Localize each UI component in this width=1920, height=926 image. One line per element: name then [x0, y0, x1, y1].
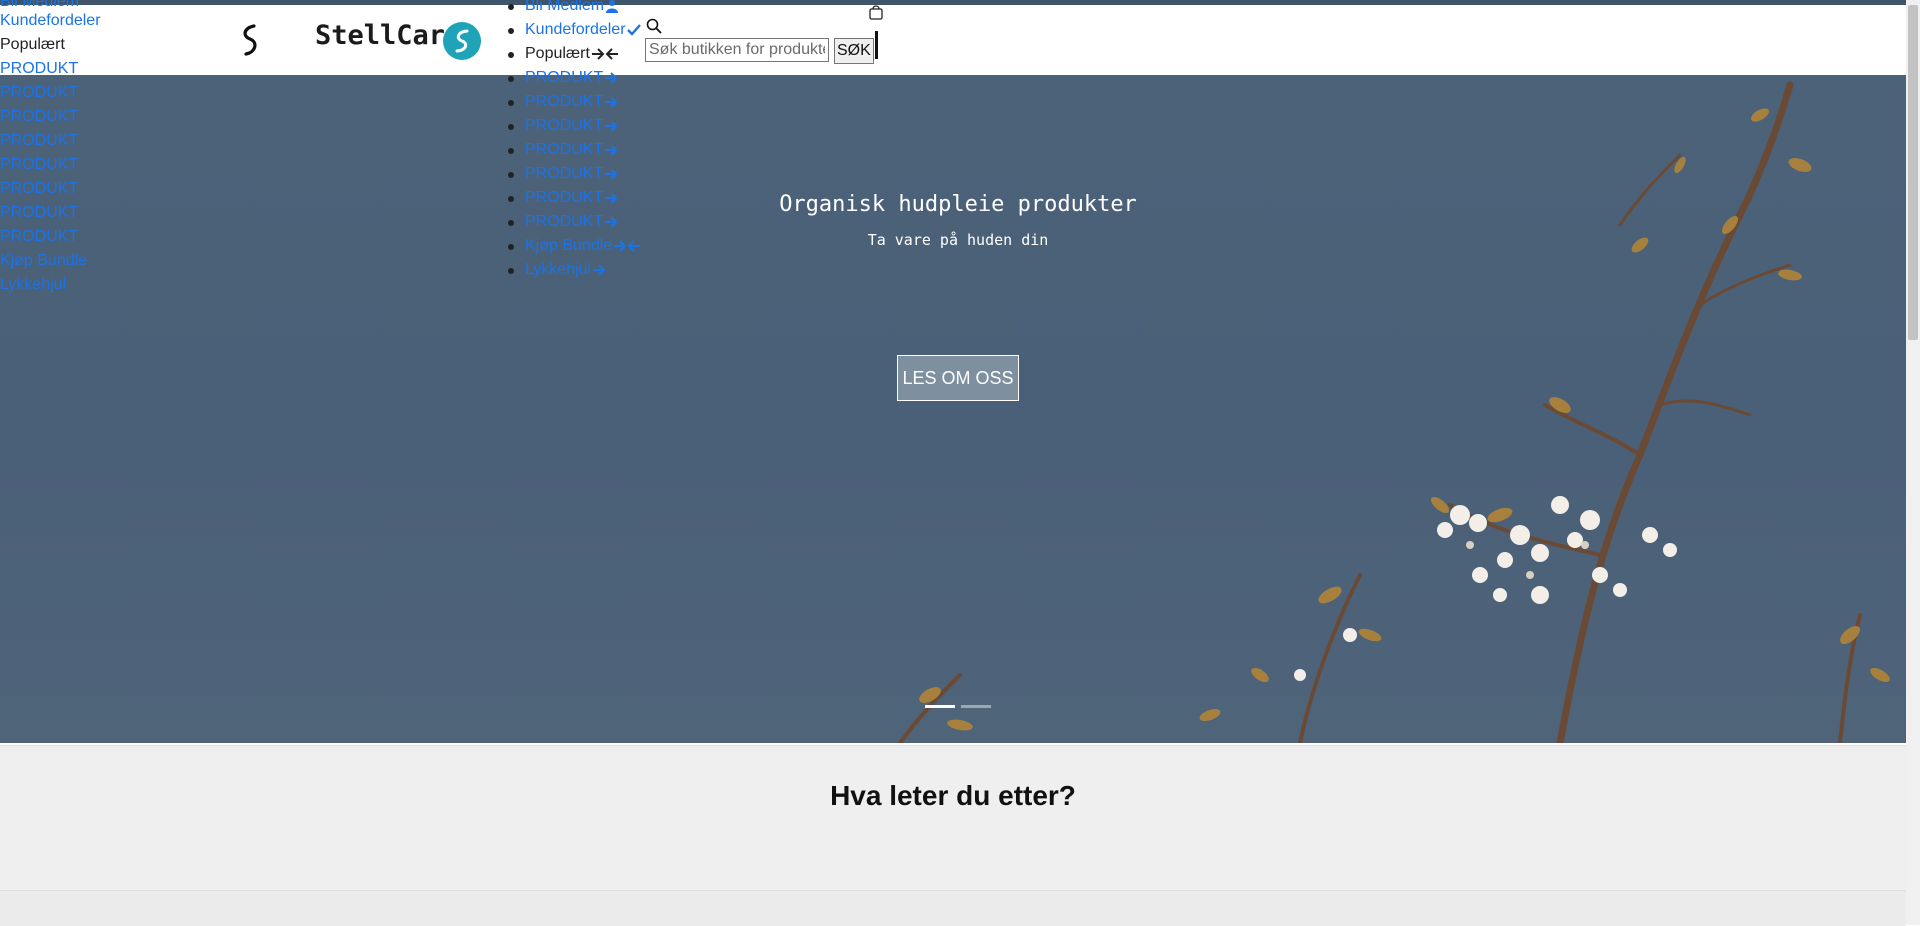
search-input[interactable] — [645, 38, 829, 62]
main-nav: Bli Medlem Kundefordeler Populært PRODUK… — [508, 0, 641, 282]
slide-indicator[interactable] — [961, 705, 991, 708]
nav-item-produkt[interactable]: PRODUKT — [508, 138, 641, 162]
nav-item-produkt[interactable]: PRODUKT — [508, 90, 641, 114]
arrow-right-icon — [593, 264, 606, 276]
left-link-produkt[interactable]: PRODUKT — [0, 225, 78, 249]
left-link-produkt[interactable]: PRODUKT — [0, 201, 78, 225]
left-link-produkt[interactable]: PRODUKT — [0, 129, 78, 153]
nav-item-label: PRODUKT — [525, 141, 604, 158]
arrow-right-icon — [605, 192, 618, 204]
nav-item-label: Lykkehjul — [525, 261, 592, 278]
left-link-kundefordeler[interactable]: Kundefordeler — [0, 9, 101, 33]
arrow-right-icon — [605, 168, 618, 180]
nav-item-produkt[interactable]: PRODUKT — [508, 162, 641, 186]
nav-item-label: PRODUKT — [525, 165, 604, 182]
nav-item-label: Bli Medlem — [525, 0, 605, 14]
arrow-right-icon — [605, 144, 618, 156]
category-section — [0, 745, 1906, 891]
read-about-us-button[interactable]: LES OM OSS — [897, 355, 1019, 401]
left-link-lykkehjul[interactable]: Lykkehjul — [0, 273, 66, 297]
brand-logo-icon[interactable] — [442, 21, 482, 61]
left-link-kjop-bundle[interactable]: Kjøp Bundle — [0, 249, 87, 273]
shopping-bag-icon[interactable] — [869, 4, 883, 20]
logo-mark-icon[interactable] — [236, 22, 266, 58]
scrollbar-thumb[interactable] — [1908, 5, 1918, 340]
arrows-icon — [591, 48, 618, 60]
search-icon[interactable] — [646, 18, 662, 34]
member-icon — [606, 0, 619, 13]
hero-subtitle: Ta vare på huden din — [867, 231, 1049, 249]
site-header — [0, 5, 1906, 75]
nav-item-label: Kjøp Bundle — [525, 237, 613, 254]
search-button[interactable]: SØK — [834, 38, 874, 64]
arrow-right-icon — [605, 96, 618, 108]
left-link-produkt[interactable]: PRODUKT — [0, 153, 78, 177]
nav-item-produkt[interactable]: PRODUKT — [508, 114, 641, 138]
nav-item-label: PRODUKT — [525, 189, 604, 206]
left-link-produkt[interactable]: PRODUKT — [0, 105, 78, 129]
nav-item-produkt[interactable]: PRODUKT — [508, 66, 641, 90]
check-icon — [626, 23, 641, 36]
left-link-produkt[interactable]: PRODUKT — [0, 81, 78, 105]
hero-title: Organisk hudpleie produkter — [779, 192, 1137, 217]
section-title: Hva leter du etter? — [830, 780, 1076, 811]
nav-item-kundefordeler[interactable]: Kundefordeler — [508, 18, 641, 42]
left-link-produkt[interactable]: PRODUKT — [0, 177, 78, 201]
cherry-blossom-branch-image — [898, 81, 1890, 743]
nav-item-produkt[interactable]: PRODUKT — [508, 210, 641, 234]
nav-item-populaert[interactable]: Populært — [508, 42, 641, 66]
nav-item-label: Populært — [525, 45, 590, 62]
nav-item-label: PRODUKT — [525, 93, 604, 110]
text-cursor — [875, 31, 878, 59]
left-link-populaert[interactable]: Populært — [0, 33, 65, 57]
nav-item-label: Kundefordeler — [525, 21, 626, 38]
nav-item-label: PRODUKT — [525, 69, 604, 86]
brand-name[interactable]: StellCare — [315, 20, 461, 51]
nav-item-produkt[interactable]: PRODUKT — [508, 186, 641, 210]
slide-indicator-active[interactable] — [925, 705, 955, 708]
nav-item-label: PRODUKT — [525, 213, 604, 230]
hero-banner — [0, 75, 1906, 743]
nav-item-lykkehjul[interactable]: Lykkehjul — [508, 258, 641, 282]
arrows-icon — [614, 240, 641, 252]
arrow-right-icon — [605, 72, 618, 84]
arrow-right-icon — [605, 216, 618, 228]
left-link-produkt[interactable]: PRODUKT — [0, 57, 78, 81]
nav-item-label: PRODUKT — [525, 117, 604, 134]
arrow-right-icon — [605, 120, 618, 132]
nav-item-bli-medlem[interactable]: Bli Medlem — [508, 0, 641, 18]
section-footer-band — [0, 890, 1906, 926]
nav-item-kjop-bundle[interactable]: Kjøp Bundle — [508, 234, 641, 258]
